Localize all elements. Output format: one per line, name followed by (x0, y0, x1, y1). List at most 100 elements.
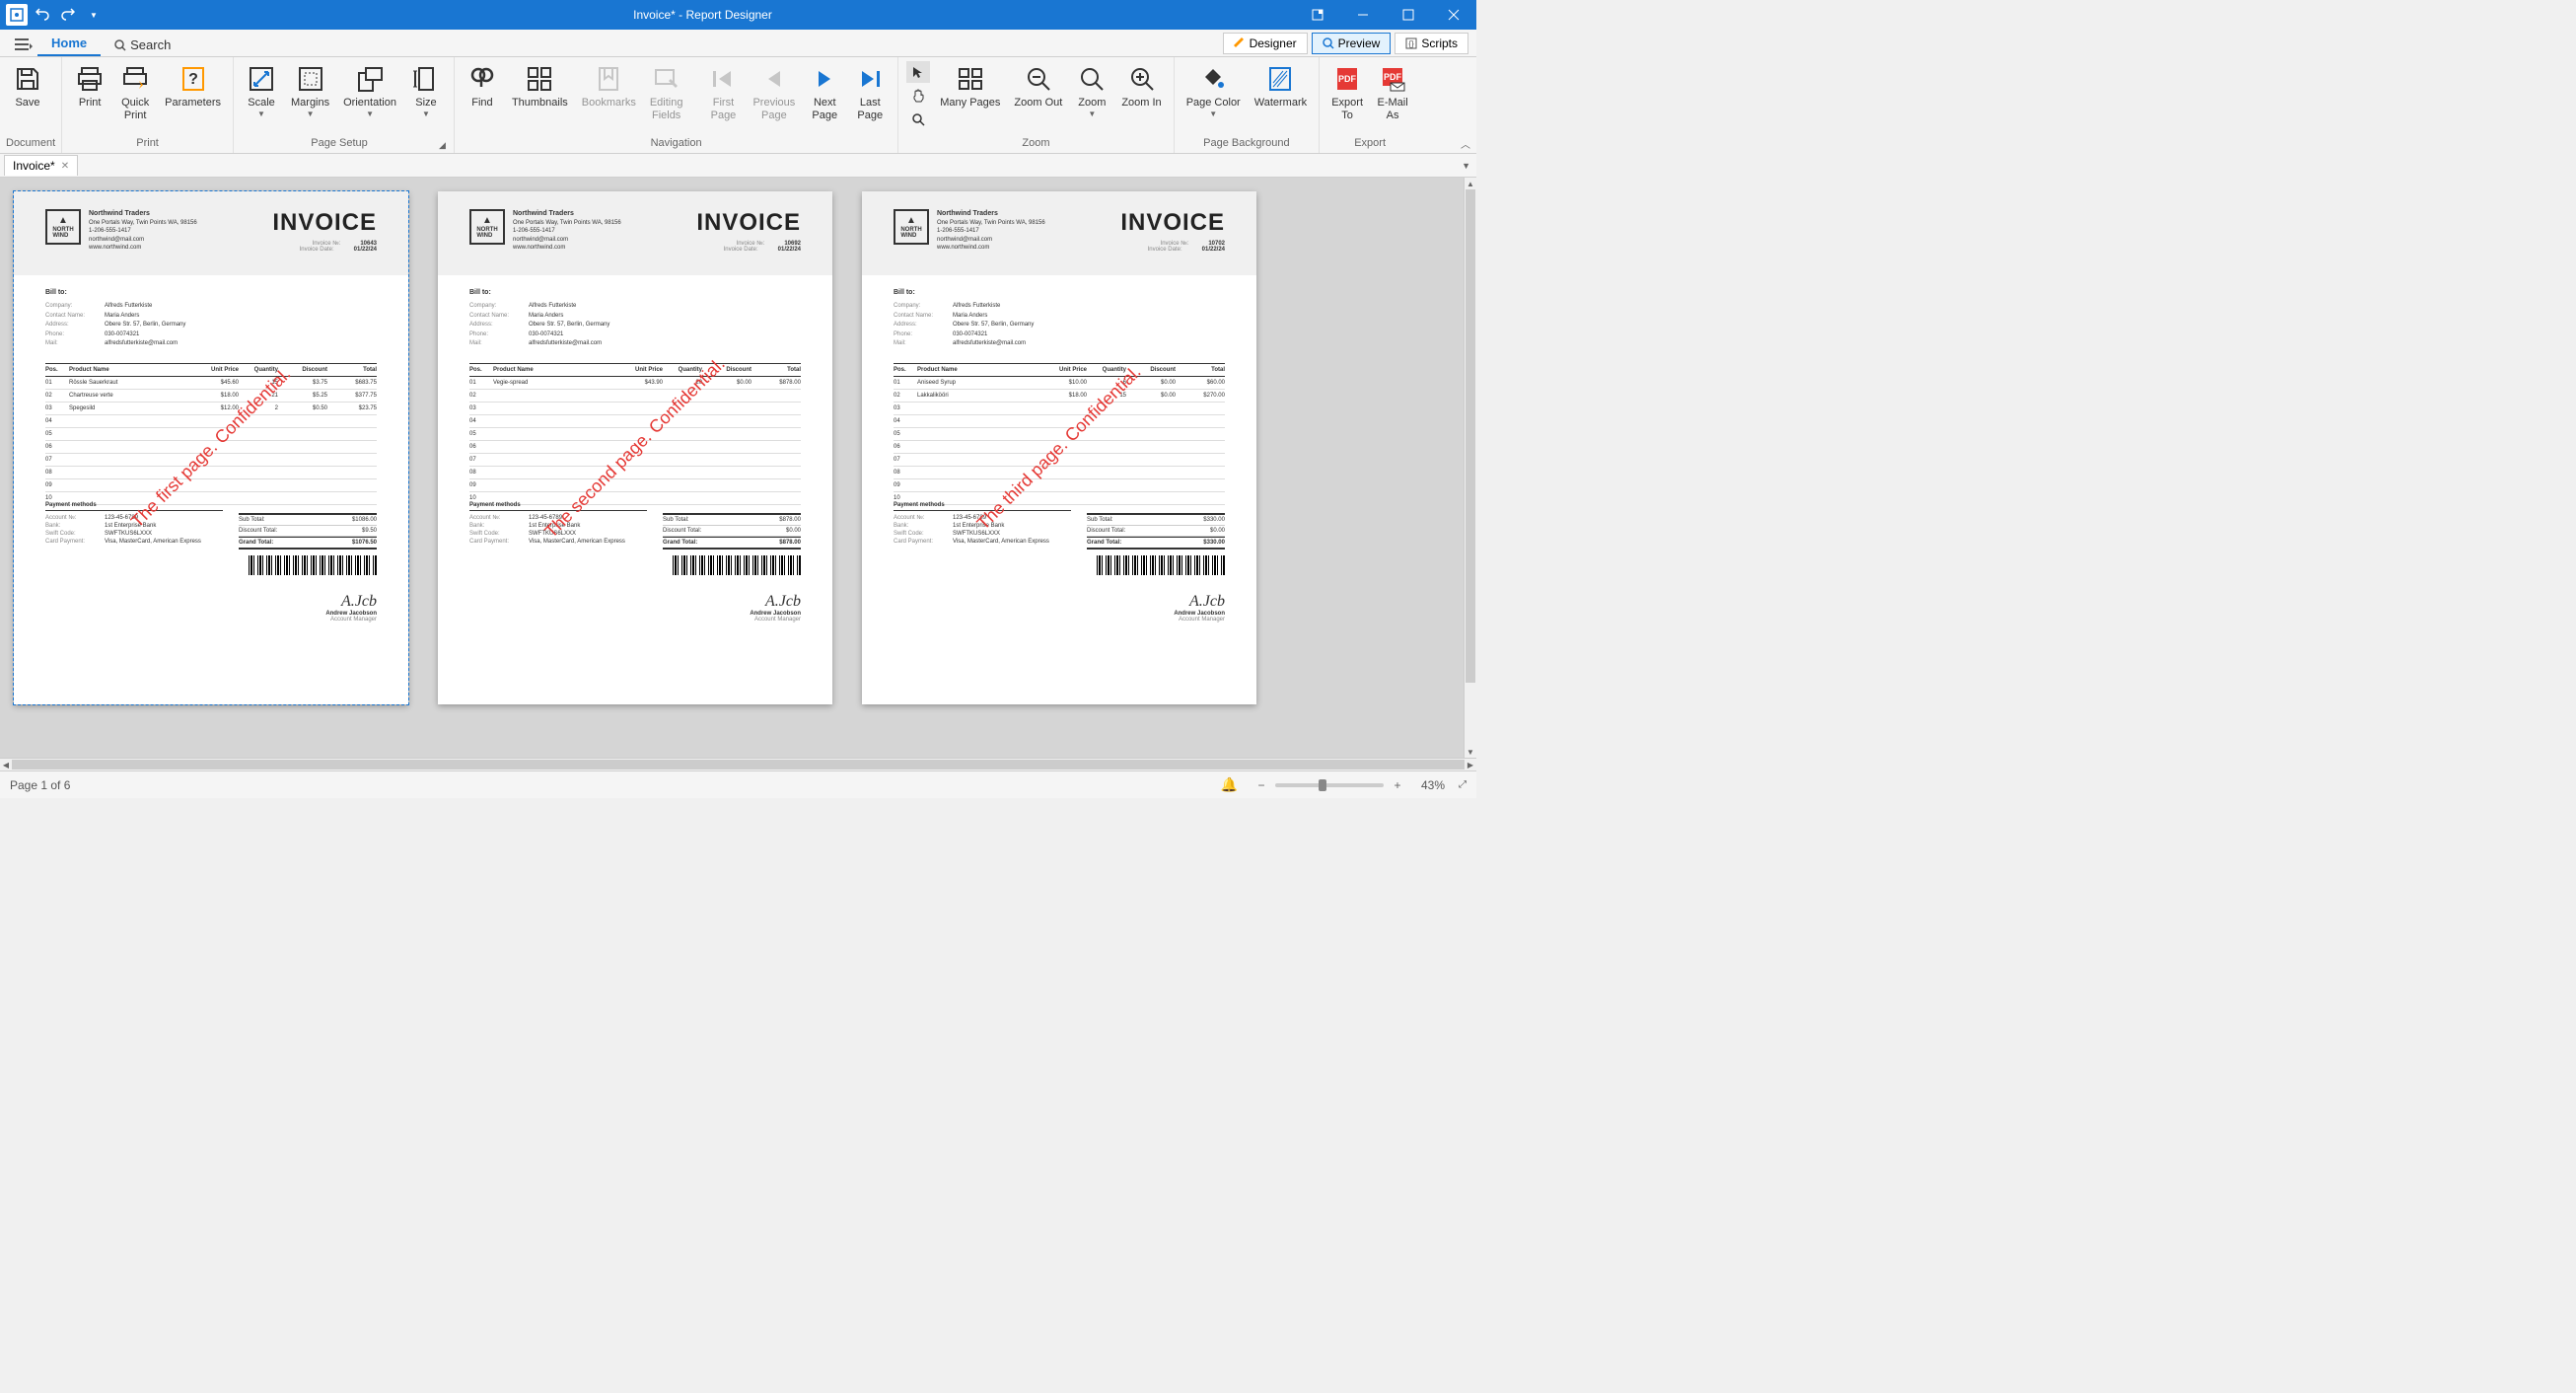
scale-button[interactable]: Scale ▼ (240, 59, 283, 122)
company-info: Northwind Traders One Portals Way, Twin … (89, 209, 197, 265)
tab-home[interactable]: Home (37, 32, 101, 56)
file-menu-button[interactable] (10, 33, 37, 56)
size-button[interactable]: Size ▼ (404, 59, 448, 122)
scroll-thumb[interactable] (1466, 189, 1475, 683)
page-color-button[interactable]: Page Color ▼ (1181, 59, 1247, 122)
magnifierez button[interactable] (906, 109, 930, 130)
table-row: 03 (469, 403, 801, 415)
last-page-button[interactable]: Last Page (848, 59, 892, 126)
zoom-expand-button[interactable]: ⤢ (1459, 779, 1467, 790)
table-row: 01 Vegie-spread $43.90 20 $0.00 $878.00 (469, 377, 801, 390)
editing-fields-button[interactable]: Editing Fields (644, 59, 689, 126)
first-page-button[interactable]: First Page (701, 59, 745, 126)
margins-button[interactable]: Margins ▼ (285, 59, 335, 122)
hand-tool-button[interactable] (906, 85, 930, 107)
ribbon-group-navigation: Find Thumbnails Bookmarks Editing Fields… (455, 57, 898, 153)
mode-tab-designer[interactable]: Designer (1223, 33, 1308, 54)
qat-customize-button[interactable]: ▼ (83, 4, 105, 26)
table-row: 07 (894, 454, 1225, 467)
quick-print-button[interactable]: Quick Print (113, 59, 157, 126)
next-page-button[interactable]: Next Page (803, 59, 846, 126)
zoom-in-button[interactable]: Zoom In (1115, 59, 1167, 113)
horizontal-scrollbar[interactable]: ◀ ▶ (0, 758, 1476, 770)
barcode (249, 555, 377, 575)
watermark-button[interactable]: Watermark (1249, 59, 1313, 113)
scroll-left-arrow[interactable]: ◀ (0, 759, 12, 770)
save-button[interactable]: Save (6, 59, 49, 113)
table-row: 06 (469, 441, 801, 454)
email-as-button[interactable]: PDF E-Mail As (1371, 59, 1414, 126)
scroll-up-arrow[interactable]: ▲ (1465, 178, 1476, 189)
bookmarks-button[interactable]: Bookmarks (576, 59, 642, 113)
document-tab-invoice[interactable]: Invoice* ✕ (4, 155, 78, 176)
table-row: 03 (894, 403, 1225, 415)
svg-text:{}: {} (1409, 39, 1415, 48)
scroll-down-arrow[interactable]: ▼ (1465, 746, 1476, 758)
quick-access-toolbar: ▼ (0, 4, 110, 26)
table-row: 08 (469, 467, 801, 479)
previous-page-button[interactable]: Previous Page (747, 59, 801, 126)
maximize-button[interactable] (1386, 0, 1431, 30)
close-button[interactable] (1431, 0, 1476, 30)
vertical-scrollbar[interactable]: ▲ ▼ (1464, 178, 1476, 758)
zoom-slider[interactable] (1275, 783, 1384, 787)
page-setup-dialog-launcher[interactable]: ◢ (439, 140, 446, 151)
undo-button[interactable] (32, 4, 53, 26)
zoom-in-icon (1126, 63, 1158, 95)
zoom-out-icon (1023, 63, 1054, 95)
company-logo: NORTHWIND (894, 209, 929, 245)
chevron-down-icon: ▼ (422, 110, 430, 118)
table-row: 08 (894, 467, 1225, 479)
zoom-percent[interactable]: 43% (1411, 778, 1445, 792)
preview-canvas[interactable]: NORTHWIND Northwind Traders One Portals … (0, 178, 1476, 758)
save-icon (12, 63, 43, 95)
minimize-button[interactable] (1340, 0, 1386, 30)
notifications-icon[interactable]: 🔔 (1221, 776, 1238, 793)
table-row: 05 (45, 428, 377, 441)
ribbon-group-zoom: Many Pages Zoom Out Zoom ▼ Zoom In Zoom (898, 57, 1174, 153)
app-icon[interactable] (6, 4, 28, 26)
invoice-page[interactable]: NORTHWIND Northwind Traders One Portals … (14, 191, 408, 704)
table-row: 04 (45, 415, 377, 428)
redo-button[interactable] (57, 4, 79, 26)
thumbnails-button[interactable]: Thumbnails (506, 59, 574, 113)
ribbon-collapse-button[interactable]: ︿ (1461, 136, 1470, 151)
zoom-out-button[interactable]: Zoom Out (1008, 59, 1068, 113)
zoom-button[interactable]: Zoom ▼ (1070, 59, 1113, 122)
email-pdf-icon: PDF (1377, 63, 1408, 95)
scroll-thumb[interactable] (12, 760, 1465, 770)
parameters-button[interactable]: ? Parameters (159, 59, 227, 113)
invoice-page[interactable]: NORTHWIND Northwind Traders One Portals … (862, 191, 1256, 704)
ribbon-group-page-background: Page Color ▼ Watermark Page Background (1175, 57, 1320, 153)
table-row: 03 Spegesild $12.00 2 $0.50 $23.75 (45, 403, 377, 415)
zoom-plus-button[interactable]: + (1390, 777, 1405, 793)
print-icon (74, 63, 106, 95)
many-pages-button[interactable]: Many Pages (934, 59, 1006, 113)
ribbon-display-button[interactable] (1295, 0, 1340, 30)
svg-text:?: ? (188, 71, 198, 88)
ribbon: Save Document Print Quick Print ? Parame… (0, 57, 1476, 154)
table-row: 09 (469, 479, 801, 492)
pointer-tool-button[interactable] (906, 61, 930, 83)
chevron-down-icon: ▼ (307, 110, 315, 118)
table-row: 07 (469, 454, 801, 467)
parameters-icon: ? (178, 63, 209, 95)
tab-search[interactable]: Search (101, 34, 184, 56)
find-button[interactable]: Find (461, 59, 504, 113)
table-row: 04 (894, 415, 1225, 428)
document-tabs-menu[interactable]: ▼ (1462, 161, 1470, 171)
print-button[interactable]: Print (68, 59, 111, 113)
mode-tab-preview[interactable]: Preview (1312, 33, 1392, 54)
svg-text:PDF: PDF (1338, 74, 1357, 84)
orientation-button[interactable]: Orientation ▼ (337, 59, 402, 122)
chevron-down-icon: ▼ (1088, 110, 1096, 118)
document-tab-close[interactable]: ✕ (61, 161, 69, 172)
mode-tab-scripts[interactable]: {} Scripts (1395, 33, 1468, 54)
export-to-button[interactable]: PDF Export To (1325, 59, 1369, 126)
scroll-right-arrow[interactable]: ▶ (1465, 759, 1476, 770)
scale-icon (246, 63, 277, 95)
zoom-minus-button[interactable]: − (1253, 777, 1269, 793)
company-info: Northwind Traders One Portals Way, Twin … (513, 209, 621, 265)
page-indicator: Page 1 of 6 (10, 778, 70, 792)
invoice-page[interactable]: NORTHWIND Northwind Traders One Portals … (438, 191, 832, 704)
